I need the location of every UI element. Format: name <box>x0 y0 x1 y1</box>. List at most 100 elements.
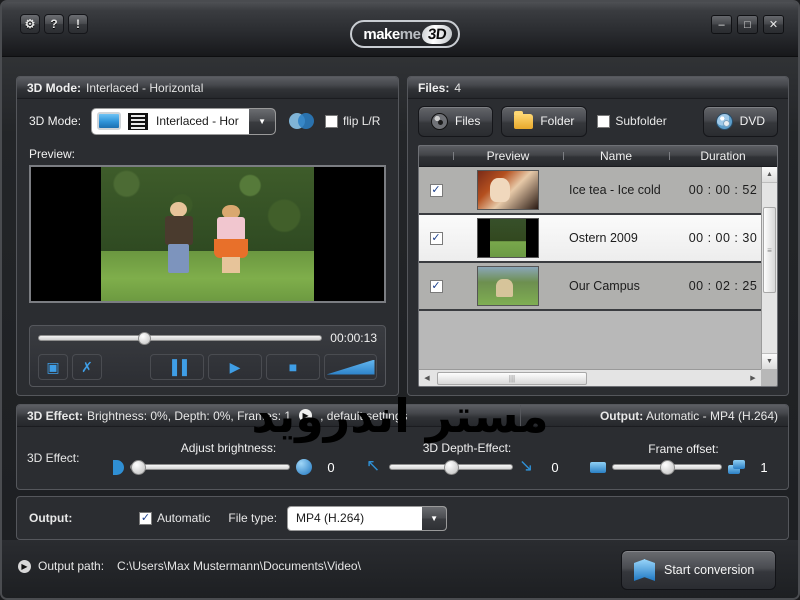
preview-lawn <box>101 251 314 301</box>
logo-text: makeme3D <box>357 25 452 44</box>
depth-slider-line: ↖ ↘ 0 <box>366 459 568 476</box>
effect-panel-header-row: 3D Effect: Brightness: 0%, Depth: 0%, Fr… <box>17 405 788 427</box>
scroll-right-icon[interactable]: ▶ <box>745 370 761 386</box>
row-checkbox[interactable]: ✓ <box>430 232 443 245</box>
chevron-down-icon[interactable]: ▼ <box>249 109 275 134</box>
column-header-name[interactable]: Name <box>563 149 669 163</box>
output-summary-label: Output: <box>600 409 643 423</box>
output-row: Output: ✓ Automatic File type: MP4 (H.26… <box>17 497 788 539</box>
forward-arrow-icon[interactable]: ▶ <box>18 560 31 573</box>
seek-row: 00:00:13 <box>30 326 385 350</box>
row-name: Ostern 2009 <box>563 231 669 245</box>
forward-arrow-icon: ▶ <box>299 409 312 422</box>
automatic-checkbox[interactable]: ✓ <box>139 512 152 525</box>
stop-button[interactable]: ■ <box>266 354 320 380</box>
file-type-label: File type: <box>228 511 277 525</box>
mode-select[interactable]: Interlaced - Hor ▼ <box>91 108 276 135</box>
single-frame-icon <box>590 462 606 473</box>
transport-button-row: ▣ ✗ ▐▐ ▶ ■ <box>30 350 385 384</box>
row-check-cell[interactable]: ✓ <box>419 184 453 197</box>
close-button[interactable]: ✕ <box>763 15 784 34</box>
seek-slider-thumb[interactable] <box>138 332 151 345</box>
frame-offset-slider[interactable] <box>612 464 722 470</box>
app-logo: makeme3D <box>350 20 460 48</box>
add-dvd-button[interactable]: DVD <box>703 106 778 137</box>
shuffle-button[interactable]: ✗ <box>72 354 102 380</box>
table-row[interactable]: ✓ Ice tea - Ice cold 00 : 00 : 52 <box>419 167 777 215</box>
effect-header-suffix: , default settings <box>320 405 407 427</box>
flip-lr-checkbox[interactable] <box>325 115 338 128</box>
monitor-icon <box>97 112 121 130</box>
scroll-left-icon[interactable]: ◀ <box>419 370 435 386</box>
add-files-button[interactable]: Files <box>418 106 493 137</box>
volume-slider[interactable] <box>324 354 377 380</box>
pause-icon: ▐▐ <box>167 360 187 374</box>
chevron-down-icon[interactable]: ▼ <box>422 507 446 530</box>
output-path-group[interactable]: ▶ Output path: C:\Users\Max Mustermann\D… <box>18 559 361 573</box>
letterbox-right <box>314 167 384 301</box>
conversion-arrows-icon <box>634 558 656 582</box>
add-dvd-label: DVD <box>740 114 765 128</box>
pause-button[interactable]: ▐▐ <box>150 354 204 380</box>
volume-icon <box>327 360 375 375</box>
bottom-bar: ▶ Output path: C:\Users\Max Mustermann\D… <box>2 540 798 598</box>
add-folder-label: Folder <box>540 114 574 128</box>
preview-label: Preview: <box>17 143 398 163</box>
table-row[interactable]: ✓ Ostern 2009 00 : 00 : 30 <box>419 215 777 263</box>
info-icon[interactable]: ! <box>68 14 88 34</box>
brightness-slider[interactable] <box>130 464 290 470</box>
video-preview[interactable] <box>29 165 386 303</box>
scroll-down-icon[interactable]: ▼ <box>762 353 778 369</box>
table-row[interactable]: ✓ Our Campus 00 : 02 : 25 <box>419 263 777 311</box>
effect-header-stats: Brightness: 0%, Depth: 0%, Frames: 1 <box>87 405 291 427</box>
files-panel: Files:4 Files Folder Subfolder DVD <box>407 76 789 396</box>
minimize-button[interactable]: – <box>711 15 732 34</box>
frame-offset-slider-thumb[interactable] <box>660 460 675 475</box>
row-checkbox[interactable]: ✓ <box>430 280 443 293</box>
subfolder-checkbox[interactable] <box>597 115 610 128</box>
snapshot-icon: ▣ <box>46 360 59 374</box>
folder-icon <box>514 114 533 129</box>
row-check-cell[interactable]: ✓ <box>419 232 453 245</box>
gear-icon[interactable]: ⚙ <box>20 14 40 34</box>
files-toolbar: Files Folder Subfolder DVD <box>408 99 788 143</box>
row-checkbox[interactable]: ✓ <box>430 184 443 197</box>
depth-slider[interactable] <box>389 464 513 470</box>
filmstrip-icon <box>128 113 148 130</box>
play-icon: ▶ <box>230 360 241 374</box>
start-conversion-button[interactable]: Start conversion <box>621 550 776 590</box>
column-header-preview[interactable]: Preview <box>453 149 563 163</box>
snapshot-button[interactable]: ▣ <box>38 354 68 380</box>
mode-label: 3D Mode: <box>29 114 81 128</box>
maximize-button[interactable]: □ <box>737 15 758 34</box>
arrow-nw-icon: ↖ <box>366 459 383 476</box>
sliders-row: 3D Effect: Adjust brightness: 0 3D Depth… <box>17 427 788 489</box>
flip-lr-checkbox-group[interactable]: flip L/R <box>325 114 380 128</box>
row-check-cell[interactable]: ✓ <box>419 280 453 293</box>
horizontal-scrollbar-thumb[interactable]: ||| <box>437 372 587 385</box>
subfolder-checkbox-group[interactable]: Subfolder <box>597 114 666 128</box>
film-reel-icon <box>431 113 448 130</box>
output-path-value: C:\Users\Max Mustermann\Documents\Video\ <box>117 559 361 573</box>
file-list-vertical-scrollbar[interactable]: ▲ ≡ ▼ <box>761 167 777 369</box>
logo-make-text: make <box>363 26 399 43</box>
row-name: Our Campus <box>563 279 669 293</box>
add-folder-button[interactable]: Folder <box>501 106 587 137</box>
help-icon[interactable]: ? <box>44 14 64 34</box>
mode-panel-header-value: Interlaced - Horizontal <box>86 81 203 95</box>
row-name: Ice tea - Ice cold <box>563 183 669 197</box>
file-type-select[interactable]: MP4 (H.264) ▼ <box>287 506 447 531</box>
file-list-horizontal-scrollbar[interactable]: ◀ ||| ▶ <box>419 369 761 386</box>
automatic-checkbox-group[interactable]: ✓ Automatic <box>139 511 210 525</box>
files-panel-header: Files:4 <box>408 77 788 99</box>
column-header-duration[interactable]: Duration <box>669 149 777 163</box>
seek-slider[interactable] <box>38 335 322 341</box>
depth-slider-thumb[interactable] <box>444 460 459 475</box>
row-preview-cell <box>453 218 563 258</box>
window-controls: – □ ✕ <box>711 15 784 34</box>
vertical-scrollbar-thumb[interactable]: ≡ <box>763 207 776 293</box>
brightness-slider-thumb[interactable] <box>131 460 146 475</box>
output-panel: Output: ✓ Automatic File type: MP4 (H.26… <box>16 496 789 540</box>
play-button[interactable]: ▶ <box>208 354 262 380</box>
scroll-up-icon[interactable]: ▲ <box>762 167 778 183</box>
